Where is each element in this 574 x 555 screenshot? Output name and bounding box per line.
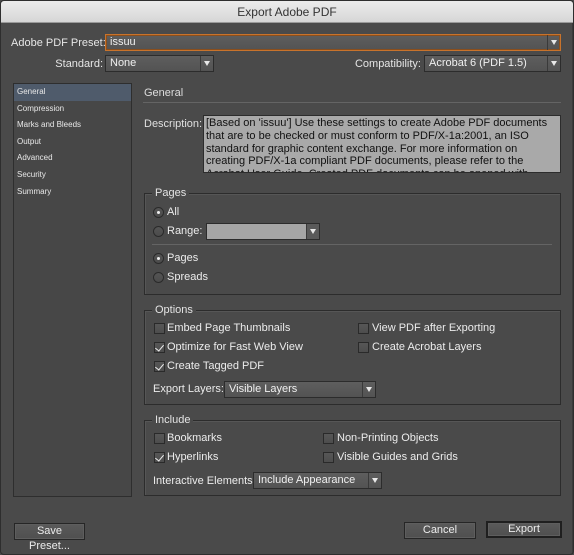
export-pdf-dialog: Export Adobe PDF Adobe PDF Preset: issuu…	[0, 0, 574, 555]
sidebar-item-general[interactable]: General	[14, 84, 131, 101]
description-text: [Based on 'issuu'] Use these settings to…	[203, 115, 561, 173]
guides-grids-label: Visible Guides and Grids	[337, 451, 458, 463]
bookmarks-label: Bookmarks	[167, 432, 223, 444]
export-layers-value: Visible Layers	[229, 383, 298, 395]
sidebar-item-security[interactable]: Security	[14, 167, 131, 184]
save-preset-button[interactable]: Save Preset...	[14, 523, 85, 552]
hyperlinks-checkbox[interactable]	[154, 452, 165, 463]
optimize-web-checkbox[interactable]	[154, 342, 165, 353]
range-radio[interactable]	[153, 226, 164, 237]
embed-thumbnails-checkbox[interactable]	[154, 323, 165, 334]
compatibility-label: Compatibility:	[354, 58, 421, 70]
pages-label: Pages	[167, 252, 199, 264]
spreads-radio[interactable]	[153, 272, 164, 283]
sidebar-item-output[interactable]: Output	[14, 134, 131, 151]
tagged-pdf-label: Create Tagged PDF	[167, 360, 265, 372]
pages-divider	[152, 244, 552, 245]
sidebar-item-summary[interactable]: Summary	[14, 184, 131, 201]
preset-dropdown[interactable]: issuu	[105, 34, 561, 51]
category-sidebar: General Compression Marks and Bleeds Out…	[13, 83, 132, 497]
embed-thumbnails-label: Embed Page Thumbnails	[167, 322, 291, 334]
compatibility-value: Acrobat 6 (PDF 1.5)	[429, 57, 527, 69]
compatibility-dropdown[interactable]: Acrobat 6 (PDF 1.5)	[424, 55, 561, 72]
standard-label: Standard:	[55, 58, 103, 70]
optimize-web-label: Optimize for Fast Web View	[167, 341, 303, 353]
bookmarks-checkbox[interactable]	[154, 433, 165, 444]
non-printing-label: Non-Printing Objects	[337, 432, 439, 444]
section-title: General	[144, 87, 184, 99]
preset-value: issuu	[110, 36, 136, 48]
sidebar-item-advanced[interactable]: Advanced	[14, 150, 131, 167]
options-group-title: Options	[152, 304, 196, 316]
tagged-pdf-checkbox[interactable]	[154, 361, 165, 372]
export-button[interactable]: Export	[486, 521, 562, 538]
hyperlinks-label: Hyperlinks	[167, 451, 219, 463]
all-pages-label: All	[167, 206, 180, 218]
sidebar-item-compression[interactable]: Compression	[14, 101, 131, 118]
sidebar-item-marks-and-bleeds[interactable]: Marks and Bleeds	[14, 117, 131, 134]
guides-grids-checkbox[interactable]	[323, 452, 334, 463]
section-divider	[143, 102, 561, 103]
view-after-export-label: View PDF after Exporting	[372, 322, 496, 334]
view-after-export-checkbox[interactable]	[358, 323, 369, 334]
window-title: Export Adobe PDF	[1, 1, 573, 23]
range-label: Range:	[167, 225, 203, 237]
export-layers-dropdown[interactable]: Visible Layers	[224, 381, 376, 398]
cancel-button[interactable]: Cancel	[404, 522, 476, 539]
range-input[interactable]	[206, 223, 320, 240]
acrobat-layers-label: Create Acrobat Layers	[372, 341, 482, 353]
pages-radio[interactable]	[153, 253, 164, 264]
acrobat-layers-checkbox[interactable]	[358, 342, 369, 353]
all-pages-radio[interactable]	[153, 207, 164, 218]
chevron-down-icon	[362, 382, 375, 397]
include-group-title: Include	[152, 414, 194, 426]
description-label: Description:	[144, 118, 203, 130]
standard-dropdown[interactable]: None	[105, 55, 214, 72]
standard-value: None	[110, 57, 137, 69]
chevron-down-icon	[547, 35, 560, 50]
non-printing-checkbox[interactable]	[323, 433, 334, 444]
preset-label: Adobe PDF Preset:	[11, 37, 106, 49]
chevron-down-icon	[306, 224, 319, 239]
chevron-down-icon	[200, 56, 213, 71]
interactive-elements-dropdown[interactable]: Include Appearance	[253, 472, 382, 489]
spreads-label: Spreads	[167, 271, 208, 283]
pages-group-title: Pages	[152, 187, 190, 199]
chevron-down-icon	[368, 473, 381, 488]
interactive-elements-value: Include Appearance	[258, 474, 356, 486]
interactive-elements-label: Interactive Elements:	[153, 475, 256, 487]
chevron-down-icon	[547, 56, 560, 71]
export-layers-label: Export Layers:	[153, 383, 224, 395]
